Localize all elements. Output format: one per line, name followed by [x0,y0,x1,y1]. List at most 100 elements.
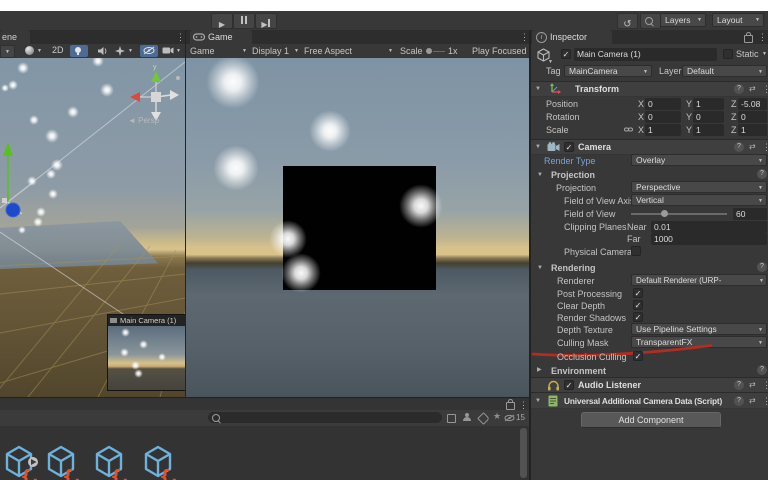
effects-dropdown[interactable]: ▼ [115,45,137,57]
rotation-z-field[interactable]: 0 [738,111,767,123]
audio-listener-checkbox[interactable]: ✓ [564,380,574,390]
uacd-header[interactable]: ▼ Universal Additional Camera Data (Scri… [531,392,768,409]
camera-header[interactable]: ▼ ✓ Camera ? ⇄ ⋮ [531,139,768,155]
audio-listener-header[interactable]: ✓ Audio Listener ? ⇄ ⋮ [531,377,768,393]
layers-dropdown[interactable]: Layers ▼ [660,13,706,27]
tab-inspector[interactable]: i Inspector [532,30,612,44]
physical-camera-checkbox[interactable] [631,246,641,256]
persp-label[interactable]: ◄ Persp [128,116,159,125]
tab-game[interactable]: Game [190,30,252,44]
preset-icon[interactable]: ⇄ [749,85,756,93]
foldout-icon[interactable]: ▼ [535,86,541,92]
lighting-toggle-button[interactable] [70,45,88,57]
position-y-field[interactable]: 1 [693,98,724,110]
occlusion-culling-checkbox[interactable]: ✓ [633,351,643,361]
kebab-icon[interactable]: ⋮ [762,381,768,390]
tab-scene[interactable]: ene [0,30,30,44]
asset-icon-prefab-script[interactable]: {..} [141,442,179,480]
tag-dropdown[interactable]: MainCamera ▼ [564,65,652,77]
scene-viewport[interactable]: y ◄ Persp Main Camera (1) [0,58,185,397]
asset-icon-prefab-script[interactable]: {..} [92,442,130,480]
scale-y-field[interactable]: 1 [693,124,724,136]
search-by-label-icon[interactable] [477,412,490,425]
fov-slider-handle[interactable] [661,210,668,217]
game-panel-kebab-icon[interactable]: ⋮ [520,33,529,42]
culling-mask-dropdown[interactable]: TransparentFX ▼ [631,336,767,348]
help-icon[interactable]: ? [734,380,744,390]
kebab-icon[interactable]: ⋮ [762,85,768,94]
gameobject-active-checkbox[interactable]: ✓ [561,49,571,59]
pause-button[interactable] [233,13,255,29]
help-icon[interactable]: ? [734,84,744,94]
kebab-icon[interactable]: ⋮ [762,397,768,406]
gameobject-name-field[interactable]: Main Camera (1) [574,48,717,61]
help-icon[interactable]: ? [734,396,744,406]
scale-slider-track[interactable] [433,50,445,52]
step-button[interactable]: ▶ [255,13,277,29]
rotation-x-field[interactable]: 0 [645,111,681,123]
foldout-icon[interactable]: ▶ [537,367,542,373]
save-search-star-icon[interactable]: ★ [493,411,501,422]
search-window-icon[interactable] [447,414,456,423]
scale-slider-handle[interactable] [426,48,432,54]
camera-enabled-checkbox[interactable]: ✓ [564,142,574,152]
help-icon[interactable]: ? [757,262,767,272]
asset-icon-prefab-script[interactable]: {..} [44,442,82,480]
hidden-packages-eye-icon[interactable] [504,414,515,422]
inspector-kebab-icon[interactable]: ⋮ [758,33,767,42]
inspector-lock-icon[interactable] [744,32,753,43]
renderer-dropdown[interactable]: Default Renderer (URP-HighFidelit ▼ [631,274,767,286]
fov-slider-track[interactable] [631,213,727,215]
fov-value-field[interactable]: 60 [733,208,767,220]
foldout-icon[interactable]: ▼ [535,144,541,150]
project-scrollbar[interactable] [520,428,527,478]
scene-visibility-toggle[interactable] [140,45,158,57]
help-icon[interactable]: ? [734,142,744,152]
projection-dropdown[interactable]: Perspective ▼ [631,181,767,193]
asset-icon-prefab-script[interactable]: {..} [2,442,40,480]
chevron-down-icon[interactable]: ▼ [294,49,299,54]
help-icon[interactable]: ? [757,169,767,179]
position-z-field[interactable]: -5.08 [738,98,767,110]
position-x-field[interactable]: 0 [645,98,681,110]
static-checkbox[interactable] [723,49,733,59]
preset-icon[interactable]: ⇄ [749,397,756,405]
add-component-button[interactable]: Add Component [581,412,721,428]
project-content[interactable]: {..} {..} {..} [0,426,530,480]
search-button[interactable] [640,13,661,29]
far-field[interactable]: 1000 [651,233,767,245]
move-gizmo[interactable] [0,140,30,230]
render-type-dropdown[interactable]: Overlay ▼ [631,154,767,166]
post-processing-checkbox[interactable]: ✓ [633,288,643,298]
toggle-2d-button[interactable]: 2D [52,45,64,55]
aspect-dropdown[interactable]: Free Aspect [304,46,352,56]
foldout-icon[interactable]: ▼ [535,398,541,404]
depth-texture-dropdown[interactable]: Use Pipeline Settings ▼ [631,323,767,335]
undo-history-button[interactable]: ↺ [617,13,638,30]
transform-header[interactable]: ▼ Transform ? ⇄ ⋮ [531,81,768,97]
rotation-y-field[interactable]: 0 [693,111,724,123]
preset-icon[interactable]: ⇄ [749,143,756,151]
static-dropdown-caret[interactable]: ▼ [762,52,767,57]
project-search-input[interactable] [208,412,442,423]
scale-x-field[interactable]: 1 [645,124,681,136]
render-shadows-checkbox[interactable]: ✓ [633,312,643,322]
layer-dropdown[interactable]: Default ▼ [682,65,767,77]
search-by-type-icon[interactable] [463,413,471,421]
audio-toggle-icon[interactable] [97,46,109,56]
layout-dropdown[interactable]: Layout ▼ [712,13,764,27]
shading-mode-dropdown[interactable]: ▼ [25,46,45,56]
game-viewport[interactable] [186,58,530,397]
play-button[interactable]: ▶ [211,13,233,29]
fov-axis-dropdown[interactable]: Vertical ▼ [631,194,767,206]
play-focused-dropdown[interactable]: Play Focused [472,46,527,56]
divider[interactable] [185,30,186,397]
kebab-icon[interactable]: ⋮ [762,143,768,152]
preset-icon[interactable]: ⇄ [749,381,756,389]
help-icon[interactable]: ? [757,365,767,375]
tool-handle-dropdown[interactable]: ▼ [0,45,15,58]
foldout-icon[interactable]: ▼ [537,172,543,178]
link-icon[interactable] [624,125,633,134]
scale-z-field[interactable]: 1 [738,124,767,136]
clear-depth-checkbox[interactable]: ✓ [633,300,643,310]
